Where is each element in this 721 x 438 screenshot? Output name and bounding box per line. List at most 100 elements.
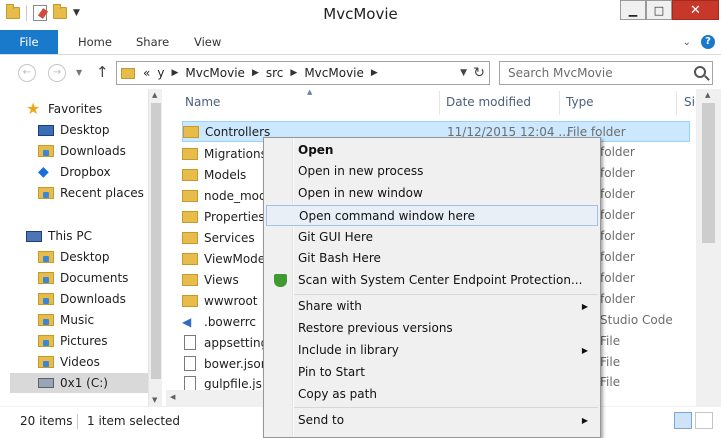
scroll-left-icon[interactable]: ◀: [170, 393, 175, 401]
nav-videos[interactable]: Videos: [38, 352, 186, 372]
menu-item-send-to[interactable]: Send to ▶: [266, 410, 598, 431]
scroll-up-icon[interactable]: ▲: [705, 91, 710, 99]
nav-scrollbar[interactable]: ▲ ▼: [148, 89, 162, 406]
file-scroll-thumb[interactable]: [702, 103, 715, 243]
recent-locations-icon[interactable]: ▼: [76, 68, 82, 77]
minimize-button[interactable]: ▁: [620, 0, 646, 20]
nav-drive-c[interactable]: 0x1 (C:): [10, 373, 148, 393]
menu-item-git-gui[interactable]: Git GUI Here: [266, 227, 598, 248]
breadcrumb-y[interactable]: y: [157, 66, 164, 80]
menu-item-open-command-window[interactable]: Open command window here: [266, 205, 598, 226]
music-folder-icon: [38, 314, 54, 326]
nav-documents[interactable]: Documents: [38, 268, 186, 288]
expand-ribbon-icon[interactable]: ⌄: [683, 37, 691, 48]
submenu-arrow-icon: ▶: [581, 346, 588, 355]
chevron-right-icon[interactable]: ▶: [252, 68, 259, 78]
nav-desktop[interactable]: Desktop: [38, 120, 186, 140]
up-arrow-icon[interactable]: ↑: [96, 63, 109, 81]
type-text: File: [600, 334, 621, 348]
search-input[interactable]: Search MvcMovie: [499, 61, 713, 85]
chevron-right-icon[interactable]: ▶: [171, 68, 178, 78]
column-divider[interactable]: [559, 91, 560, 115]
folder-icon: [182, 210, 198, 223]
dropbox-icon: ◆: [38, 164, 49, 180]
desktop-folder-icon: [38, 251, 54, 263]
menu-item-include-library[interactable]: Include in library ▶: [266, 340, 598, 361]
drive-icon: [38, 378, 54, 388]
column-header-size[interactable]: Si: [684, 89, 695, 116]
breadcrumb-overflow[interactable]: «: [143, 66, 150, 80]
selection-count: 1 item selected: [87, 414, 181, 428]
file-icon: [184, 356, 196, 371]
desktop-icon: [38, 124, 54, 136]
column-divider[interactable]: [676, 91, 677, 115]
details-view-icon[interactable]: [674, 412, 692, 429]
column-header-name[interactable]: Name: [185, 89, 220, 116]
nav-music[interactable]: Music: [38, 310, 186, 330]
nav-label: Desktop: [60, 123, 110, 137]
navigation-bar: ← → ▼ ↑ « y ▶ MvcMovie ▶ src ▶ MvcMovie …: [0, 56, 721, 88]
folder-icon: [182, 273, 198, 286]
nav-label: This PC: [48, 229, 92, 243]
pictures-folder-icon: [38, 335, 54, 347]
menu-item-git-bash[interactable]: Git Bash Here: [266, 248, 598, 269]
menu-item-open-new-process[interactable]: Open in new process: [266, 161, 598, 182]
menu-item-restore-versions[interactable]: Restore previous versions: [266, 318, 598, 339]
downloads-folder-icon: [38, 293, 54, 305]
ribbon-tabs: File Home Share View ⌄ ?: [0, 30, 721, 55]
nav-scroll-thumb[interactable]: [151, 103, 161, 379]
nav-pc-desktop[interactable]: Desktop: [38, 247, 186, 267]
help-icon[interactable]: ?: [701, 35, 715, 49]
menu-item-scan[interactable]: Scan with System Center Endpoint Protect…: [266, 270, 598, 291]
tab-home[interactable]: Home: [78, 30, 112, 54]
column-header-date[interactable]: Date modified: [446, 89, 531, 116]
address-dropdown-icon[interactable]: ▼: [460, 68, 467, 78]
folder-icon: [183, 125, 199, 138]
breadcrumb-mvcmovie-current[interactable]: MvcMovie: [304, 66, 364, 80]
horizontal-scrollbar[interactable]: ◀: [166, 390, 266, 406]
nav-label: Music: [60, 313, 95, 327]
column-divider[interactable]: [439, 91, 440, 115]
tab-share[interactable]: Share: [136, 30, 169, 54]
menu-item-label: Send to: [298, 413, 345, 427]
close-button[interactable]: ✕: [672, 0, 719, 20]
scroll-up-icon[interactable]: ▲: [152, 91, 157, 99]
menu-item-label: Share with: [298, 299, 362, 313]
chevron-right-icon[interactable]: ▶: [371, 68, 378, 78]
nav-label: Documents: [60, 271, 129, 285]
file-list-scrollbar[interactable]: ▲: [696, 89, 721, 406]
forward-button[interactable]: →: [48, 64, 66, 82]
column-header-type[interactable]: Type: [566, 89, 594, 116]
scroll-down-icon[interactable]: ▼: [152, 396, 157, 404]
nav-pc-downloads[interactable]: Downloads: [38, 289, 186, 309]
nav-pictures[interactable]: Pictures: [38, 331, 186, 351]
refresh-icon[interactable]: ↻: [473, 65, 485, 81]
folder-icon: [182, 252, 198, 265]
folder-icon: [182, 189, 198, 202]
breadcrumb-mvcmovie[interactable]: MvcMovie: [185, 66, 245, 80]
menu-item-share-with[interactable]: Share with ▶: [266, 296, 598, 317]
folder-icon: [182, 168, 198, 181]
type-text: folder: [600, 292, 635, 306]
nav-label: 0x1 (C:): [60, 376, 108, 390]
menu-item-open-new-window[interactable]: Open in new window: [266, 183, 598, 204]
large-icons-view-icon[interactable]: [695, 412, 713, 429]
breadcrumb-src[interactable]: src: [266, 66, 284, 80]
chevron-right-icon[interactable]: ▶: [290, 68, 297, 78]
address-bar[interactable]: « y ▶ MvcMovie ▶ src ▶ MvcMovie ▶ ▼ ↻: [116, 61, 490, 85]
window-controls: ▁ □ ✕: [620, 0, 719, 20]
tab-file[interactable]: File: [0, 30, 58, 54]
downloads-folder-icon: [38, 145, 54, 157]
nav-downloads[interactable]: Downloads: [38, 141, 186, 161]
type-text: File: [600, 375, 621, 389]
maximize-button[interactable]: □: [646, 0, 672, 20]
back-button[interactable]: ←: [18, 64, 36, 82]
menu-item-pin-start[interactable]: Pin to Start: [266, 362, 598, 383]
menu-item-copy-path[interactable]: Copy as path: [266, 384, 598, 405]
nav-dropbox[interactable]: ◆ Dropbox: [38, 162, 186, 182]
nav-recent-places[interactable]: Recent places: [38, 183, 186, 203]
search-placeholder: Search MvcMovie: [508, 66, 613, 80]
menu-item-open[interactable]: Open: [266, 140, 598, 161]
videos-folder-icon: [38, 356, 54, 368]
tab-view[interactable]: View: [194, 30, 221, 54]
